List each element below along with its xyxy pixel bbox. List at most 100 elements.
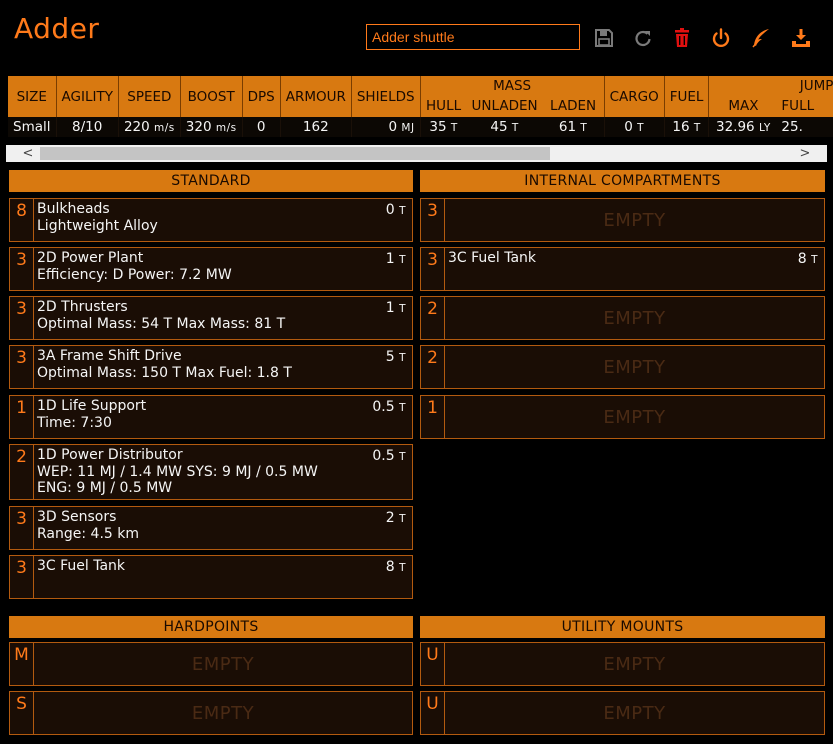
header-jump-full: FULL xyxy=(781,98,815,114)
header-size: SIZE xyxy=(8,76,57,117)
empty-slot-label: EMPTY xyxy=(191,653,255,675)
scrollbar-thumb[interactable] xyxy=(40,147,550,160)
slot-class: 2 xyxy=(421,346,445,388)
header-speed: SPEED xyxy=(118,76,181,117)
ship-stats-table: SIZE AGILITY SPEED BOOST DPS ARMOUR SHIE… xyxy=(8,76,833,137)
slot-class: 2 xyxy=(10,445,34,499)
header-boost: BOOST xyxy=(180,76,243,117)
slot-class: 1 xyxy=(421,396,445,438)
internal-slot[interactable]: 3 3C Fuel Tank 8 T xyxy=(420,247,825,291)
empty-slot-label: EMPTY xyxy=(603,406,666,428)
slot-module: 3C Fuel Tank xyxy=(37,558,406,575)
header-jump-max: MAX xyxy=(728,98,759,114)
internal-slot[interactable]: 1 EMPTY xyxy=(420,395,825,439)
value-dps: 0 xyxy=(242,117,281,137)
hardpoints-section-header: HARDPOINTS xyxy=(9,616,413,638)
empty-slot-label: EMPTY xyxy=(603,356,666,378)
standard-slot[interactable]: 3 3A Frame Shift Drive Optimal Mass: 150 T… xyxy=(9,345,413,389)
module-name: Bulkheads xyxy=(37,201,110,217)
module-mass: 0.5 T xyxy=(372,448,406,464)
module-name: 3A Frame Shift Drive xyxy=(37,348,182,364)
ship-title: Adder xyxy=(14,12,100,45)
module-mass: 8 T xyxy=(797,251,818,267)
empty-slot-label: EMPTY xyxy=(603,209,666,231)
export-button[interactable] xyxy=(790,27,812,49)
slot-module: 1D Power Distributor WEP: 11 MJ / 1.4 MW … xyxy=(37,447,406,497)
slot-class: 3 xyxy=(10,507,34,549)
save-button[interactable] xyxy=(593,27,615,49)
standard-slot[interactable]: 3 3D Sensors Range: 4.5 km 2 T xyxy=(9,506,413,550)
reload-button[interactable] xyxy=(632,27,654,49)
internal-section-header: INTERNAL COMPARTMENTS xyxy=(420,170,825,192)
module-mass: 0.5 T xyxy=(372,399,406,415)
scroll-right-icon[interactable]: > xyxy=(797,145,813,162)
slot-class: 8 xyxy=(10,199,34,241)
slot-class: 3 xyxy=(10,297,34,339)
module-detail: Optimal Mass: 54 T Max Mass: 81 T xyxy=(37,315,286,332)
standard-slot[interactable]: 3 3C Fuel Tank 8 T xyxy=(9,555,413,599)
header-mass: MASS HULL UNLADEN LADEN xyxy=(420,76,605,117)
module-mass: 0 T xyxy=(385,202,406,218)
slot-module: 2D Thrusters Optimal Mass: 54 T Max Mass:… xyxy=(37,299,406,332)
edit-button[interactable] xyxy=(750,27,772,49)
slot-class: 3 xyxy=(10,556,34,598)
empty-slot-label: EMPTY xyxy=(603,702,666,724)
standard-slot[interactable]: 2 1D Power Distributor WEP: 11 MJ / 1.4 MW… xyxy=(9,444,413,500)
value-cargo: 0 T xyxy=(604,117,665,137)
slot-class: 3 xyxy=(421,248,445,290)
module-name: 1D Life Support xyxy=(37,398,147,414)
slot-class: 3 xyxy=(421,199,445,241)
value-hull: 35 T xyxy=(429,119,458,135)
standard-slot[interactable]: 8 Bulkheads Lightweight Alloy 0 T xyxy=(9,198,413,242)
empty-slot-label: EMPTY xyxy=(191,702,255,724)
header-hull: HULL xyxy=(426,98,462,114)
empty-slot-label: EMPTY xyxy=(603,653,666,675)
reload-icon xyxy=(635,30,651,47)
utility-slot[interactable]: U EMPTY xyxy=(420,691,825,735)
feather-icon xyxy=(752,29,769,48)
module-name: 3D Sensors xyxy=(37,509,117,525)
scroll-left-icon[interactable]: < xyxy=(20,145,36,162)
ship-name-input[interactable] xyxy=(366,24,580,50)
header-dps: DPS xyxy=(242,76,281,117)
power-icon xyxy=(712,28,730,48)
value-speed: 220 m/s xyxy=(118,117,181,137)
module-detail: WEP: 11 MJ / 1.4 MW SYS: 9 MJ / 0.5 MW xyxy=(37,463,318,480)
hardpoint-slot[interactable]: S EMPTY xyxy=(9,691,413,735)
slot-class: M xyxy=(10,643,34,685)
header-agility: AGILITY xyxy=(56,76,119,117)
header-cargo: CARGO xyxy=(604,76,665,117)
slot-class: S xyxy=(10,692,34,734)
module-name: 1D Power Distributor xyxy=(37,447,183,463)
standard-slot[interactable]: 1 1D Life Support Time: 7:30 0.5 T xyxy=(9,395,413,439)
slot-module: Bulkheads Lightweight Alloy xyxy=(37,201,406,234)
standard-slot[interactable]: 3 2D Power Plant Efficiency: D Power: 7.2 … xyxy=(9,247,413,291)
hardpoint-slot[interactable]: M EMPTY xyxy=(9,642,413,686)
utility-slot[interactable]: U EMPTY xyxy=(420,642,825,686)
slot-module: 3C Fuel Tank xyxy=(448,250,818,267)
header-jump: JUMP MAX FULL xyxy=(708,76,833,117)
internal-slot[interactable]: 3 EMPTY xyxy=(420,198,825,242)
module-name: 3C Fuel Tank xyxy=(37,558,126,574)
value-armour: 162 xyxy=(280,117,352,137)
slot-class: 1 xyxy=(10,396,34,438)
internal-slot[interactable]: 2 EMPTY xyxy=(420,296,825,340)
header-armour: ARMOUR xyxy=(280,76,352,117)
download-icon xyxy=(792,29,810,47)
header-fuel: FUEL xyxy=(664,76,710,117)
save-icon xyxy=(595,29,613,47)
standard-slot[interactable]: 3 2D Thrusters Optimal Mass: 54 T Max Mass… xyxy=(9,296,413,340)
delete-button[interactable] xyxy=(671,27,693,49)
slot-module: 1D Life Support Time: 7:30 xyxy=(37,398,406,431)
utility-section-header: UTILITY MOUNTS xyxy=(420,616,825,638)
standard-section-header: STANDARD xyxy=(9,170,413,192)
value-size: Small xyxy=(8,117,57,137)
module-detail: Lightweight Alloy xyxy=(37,217,158,234)
slot-class: 2 xyxy=(421,297,445,339)
power-button[interactable] xyxy=(710,27,732,49)
module-mass: 1 T xyxy=(385,300,406,316)
internal-slot[interactable]: 2 EMPTY xyxy=(420,345,825,389)
slot-module: 3D Sensors Range: 4.5 km xyxy=(37,509,406,542)
module-mass: 8 T xyxy=(385,559,406,575)
horizontal-scrollbar[interactable]: < > xyxy=(6,145,827,162)
